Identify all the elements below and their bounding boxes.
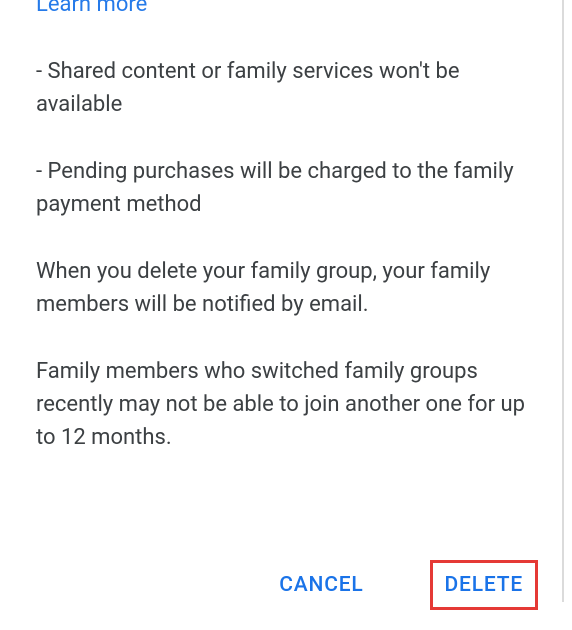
cancel-button[interactable]: CANCEL — [265, 560, 377, 610]
delete-button-highlight: DELETE — [430, 560, 538, 610]
paragraph-notify: When you delete your family group, your … — [36, 255, 536, 321]
learn-more-link[interactable]: Learn more — [36, 0, 536, 17]
delete-button[interactable]: DELETE — [433, 563, 535, 607]
dialog-actions: CANCEL DELETE — [36, 560, 536, 630]
paragraph-switch-limit: Family members who switched family group… — [36, 355, 536, 454]
dialog-body: - Shared content or family services won'… — [36, 55, 536, 488]
scrollbar-track[interactable] — [562, 0, 564, 602]
bullet-shared-content: - Shared content or family services won'… — [36, 55, 536, 121]
delete-family-dialog: Learn more - Shared content or family se… — [0, 0, 572, 630]
bullet-pending-purchases: - Pending purchases will be charged to t… — [36, 155, 536, 221]
